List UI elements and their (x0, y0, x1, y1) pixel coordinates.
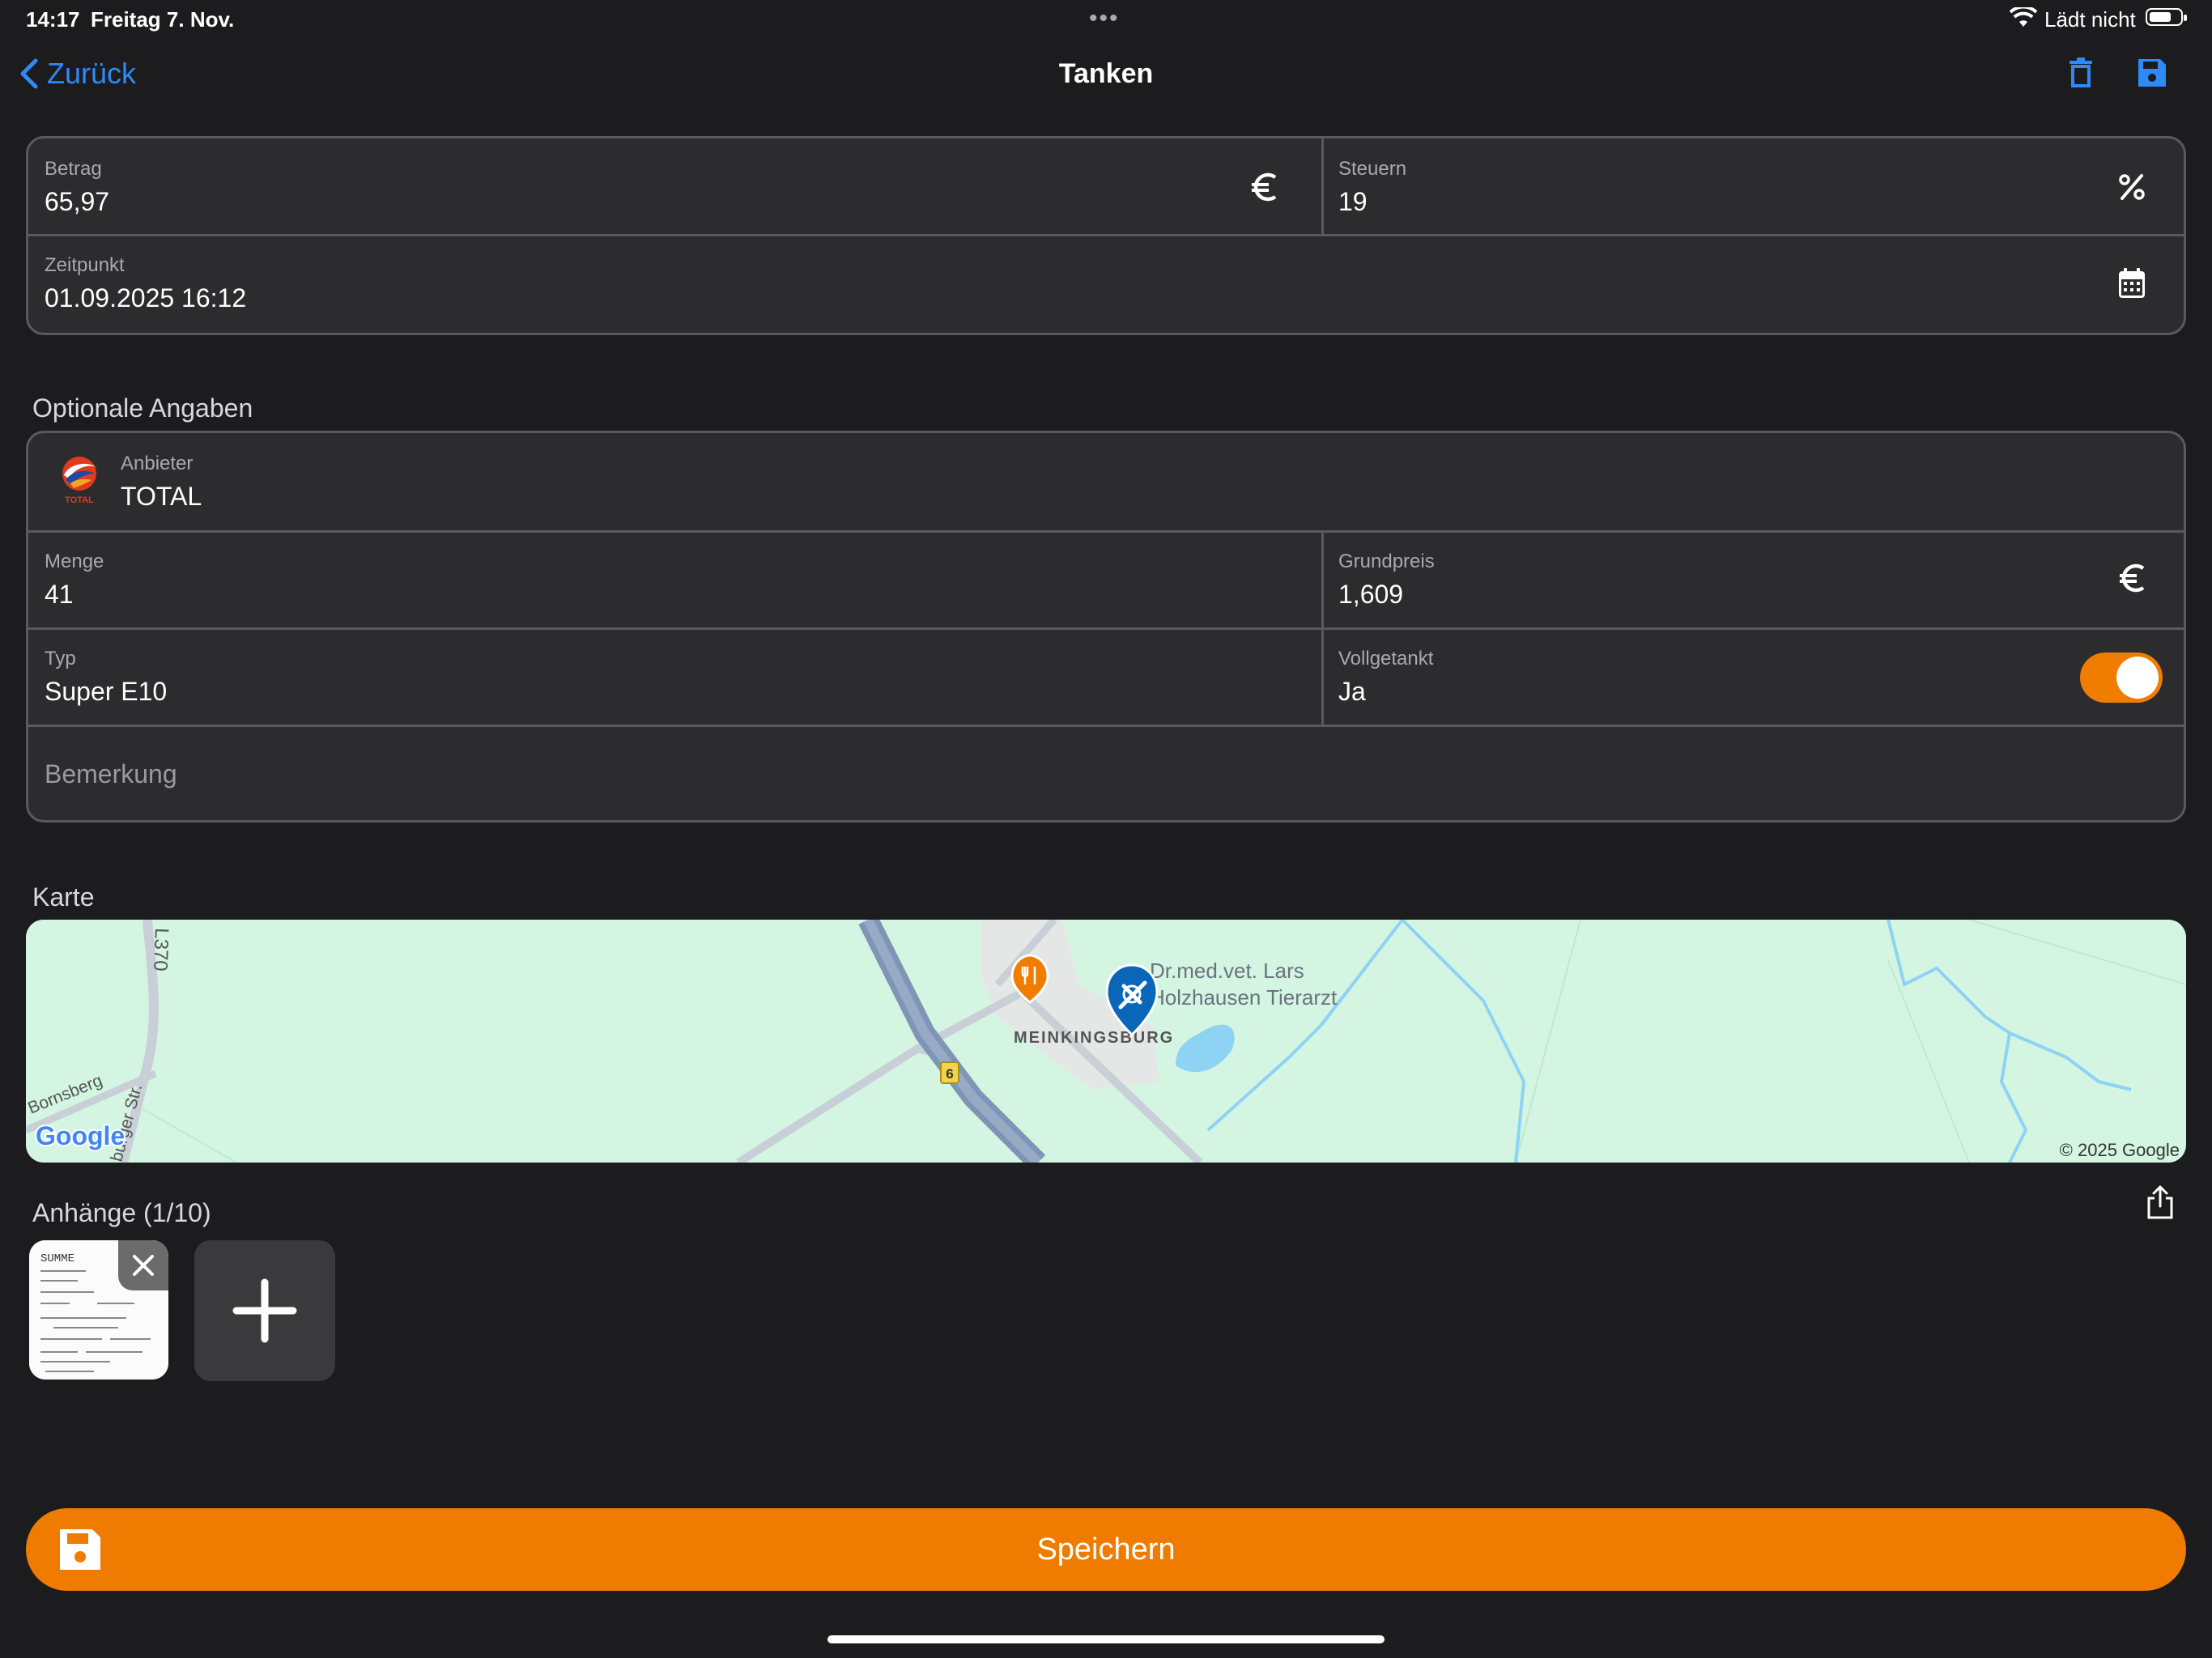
status-time: 14:17 (26, 7, 80, 32)
anbieter-value: TOTAL (121, 482, 202, 511)
close-icon (133, 1255, 154, 1276)
wifi-icon (2010, 7, 2037, 27)
save-button-label: Speichern (1036, 1533, 1176, 1567)
vollgetankt-toggle[interactable] (2080, 653, 2163, 703)
vollgetankt-label: Vollgetankt (1338, 648, 1434, 670)
receipt-header: SUMME (40, 1252, 74, 1265)
euro-icon (1252, 172, 1277, 202)
optional-form: TOTAL Anbieter TOTAL Menge 41 Grundpreis… (26, 431, 2186, 823)
grundpreis-label: Grundpreis (1338, 551, 1435, 572)
steuern-label: Steuern (1338, 158, 1407, 180)
vollgetankt-field: Vollgetankt Ja (1324, 630, 2184, 725)
section-title-optional: Optionale Angaben (32, 393, 253, 423)
total-logo-text: TOTAL (65, 495, 94, 504)
grundpreis-field[interactable]: Grundpreis 1,609 (1324, 533, 2184, 627)
anbieter-label: Anbieter (121, 453, 194, 474)
map-view[interactable]: 6 L370 Bornsberg burger Str. MEINKINGSBU… (26, 920, 2186, 1163)
road-badge: 6 (946, 1066, 953, 1082)
typ-value: Super E10 (45, 677, 168, 706)
zeitpunkt-field[interactable]: Zeitpunkt 01.09.2025 16:12 (28, 236, 2184, 333)
zeitpunkt-value: 01.09.2025 16:12 (45, 283, 247, 312)
road-label-l370: L370 (149, 928, 172, 971)
add-attachment-button[interactable] (194, 1240, 335, 1381)
save-button[interactable]: Speichern (26, 1508, 2186, 1591)
menge-value: 41 (45, 580, 74, 609)
trash-icon[interactable] (2066, 57, 2095, 89)
page-title: Tanken (1058, 58, 1154, 89)
percent-icon (2119, 174, 2145, 200)
main-form: Betrag 65,97 Steuern 19 Zeitpunkt 01.09.… (26, 136, 2186, 335)
battery-icon (2146, 8, 2187, 26)
charging-status: Lädt nicht (2044, 7, 2136, 32)
status-date: Freitag 7. Nov. (91, 7, 235, 32)
poi-label-line2: Holzhausen Tierarzt (1150, 985, 1338, 1010)
poi-label-line1: Dr.med.vet. Lars (1150, 959, 1304, 983)
bemerkung-placeholder: Bemerkung (45, 759, 177, 789)
zeitpunkt-label: Zeitpunkt (45, 254, 125, 276)
betrag-label: Betrag (45, 158, 102, 180)
status-bar: 14:17 Freitag 7. Nov. ••• Lädt nicht (0, 0, 2212, 40)
section-title-attachments: Anhänge (1/10) (32, 1198, 211, 1227)
multitasking-dots-icon[interactable]: ••• (1089, 5, 1120, 32)
home-indicator[interactable] (827, 1635, 1385, 1643)
grundpreis-value: 1,609 (1338, 580, 1404, 609)
save-icon[interactable] (2136, 57, 2168, 89)
attachment-thumbnail[interactable]: SUMME (29, 1240, 168, 1380)
vollgetankt-value: Ja (1338, 677, 1366, 706)
total-logo: TOTAL (62, 457, 96, 504)
bemerkung-field[interactable]: Bemerkung (28, 727, 2184, 820)
share-icon[interactable] (2144, 1184, 2176, 1221)
map-canvas: 6 L370 Bornsberg burger Str. MEINKINGSBU… (26, 920, 2186, 1163)
section-title-map: Karte (32, 882, 95, 912)
betrag-field[interactable]: Betrag 65,97 (28, 138, 1321, 234)
typ-label: Typ (45, 648, 76, 670)
plus-icon (232, 1278, 297, 1343)
town-label: MEINKINGSBURG (1014, 1029, 1174, 1047)
typ-field[interactable]: Typ Super E10 (28, 630, 1321, 725)
google-logo: Google (36, 1121, 125, 1150)
remove-attachment-button[interactable] (118, 1240, 168, 1290)
steuern-value: 19 (1338, 187, 1368, 216)
steuern-field[interactable]: Steuern 19 (1324, 138, 2184, 234)
menge-field[interactable]: Menge 41 (28, 533, 1321, 627)
calendar-icon (2119, 268, 2145, 298)
map-copyright: © 2025 Google (2060, 1140, 2180, 1160)
euro-icon (2120, 563, 2145, 593)
betrag-value: 65,97 (45, 187, 110, 216)
navigation-bar: Zurück Tanken (0, 40, 2212, 112)
menge-label: Menge (45, 551, 104, 572)
anbieter-field[interactable]: TOTAL Anbieter TOTAL (28, 433, 2184, 530)
